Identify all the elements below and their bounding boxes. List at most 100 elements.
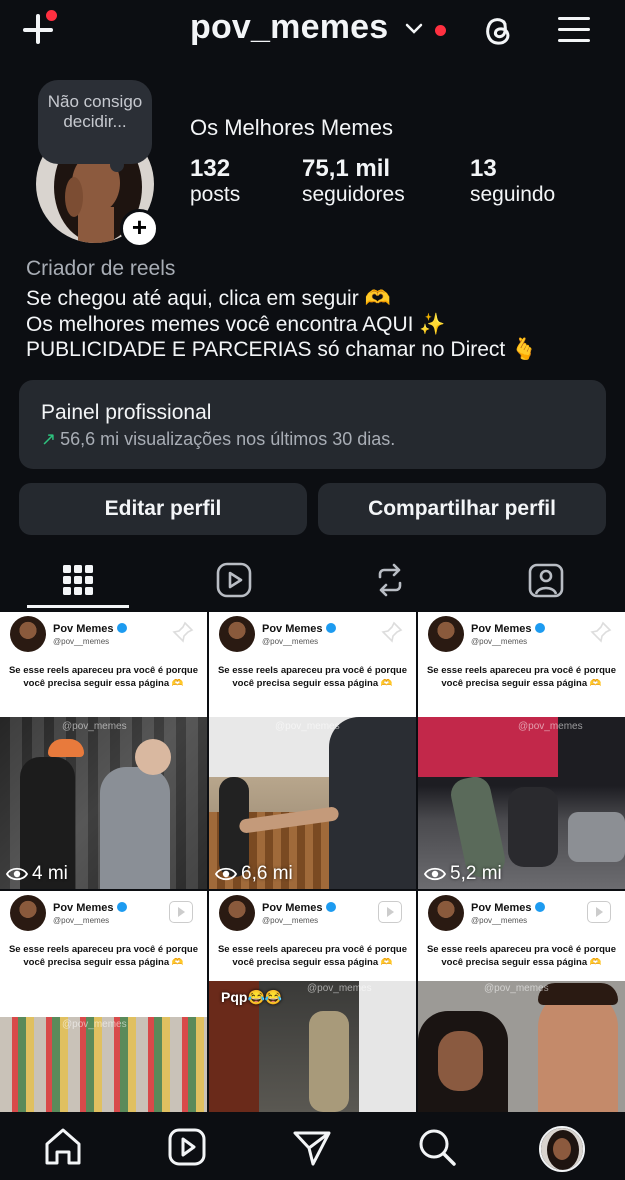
- tab-tagged[interactable]: [468, 550, 624, 610]
- post-thumbnail: @pov_memes 4 mi: [0, 717, 207, 889]
- search-icon[interactable]: [416, 1126, 458, 1168]
- reel-icon: [169, 901, 193, 923]
- display-name: Os Melhores Memes: [190, 115, 393, 140]
- pin-icon: [381, 621, 403, 643]
- post-avatar: [428, 616, 464, 652]
- pin-icon: [172, 621, 194, 643]
- menu-icon[interactable]: [556, 12, 592, 48]
- posts-grid: Pov Memes @pov__memes Se esse reels apar…: [0, 612, 625, 1112]
- followers-label: seguidores: [302, 183, 405, 206]
- top-bar: pov_memes: [0, 0, 625, 62]
- verified-icon: [116, 902, 127, 912]
- direct-icon[interactable]: [291, 1126, 333, 1168]
- grid-post[interactable]: Pov Memes @pov__memes Se esse reels apar…: [209, 612, 416, 889]
- share-profile-button[interactable]: Compartilhar perfil: [318, 483, 606, 535]
- grid-post[interactable]: Pov Memes @pov__memes Se esse reels apar…: [0, 891, 207, 1112]
- dashboard-title: Painel profissional: [41, 401, 212, 424]
- post-watermark: @pov_memes: [275, 721, 340, 732]
- post-handle: @pov__memes: [53, 637, 110, 646]
- create-post-button[interactable]: [20, 10, 60, 50]
- reels-nav-icon[interactable]: [166, 1126, 208, 1168]
- bottom-navigation: [0, 1112, 625, 1180]
- post-watermark: @pov_memes: [484, 983, 549, 994]
- profile-tabs: [0, 550, 625, 610]
- dashboard-views-text: 56,6 mi visualizações nos últimos 30 dia…: [60, 429, 396, 449]
- post-author: Pov Memes: [53, 623, 127, 635]
- post-watermark: @pov_memes: [62, 721, 127, 732]
- post-handle: @pov__memes: [262, 637, 319, 646]
- post-author: Pov Memes: [53, 902, 127, 914]
- post-header: Pov Memes @pov__memes Se esse reels apar…: [0, 891, 207, 996]
- dashboard-subtitle: ↗ 56,6 mi visualizações nos últimos 30 di…: [41, 429, 395, 450]
- views-icon: [214, 867, 238, 881]
- post-caption: Se esse reels apareceu pra você é porque…: [217, 665, 408, 689]
- post-views: 6,6 mi: [214, 863, 293, 885]
- reel-icon: [587, 901, 611, 923]
- trend-up-icon: ↗: [41, 429, 57, 449]
- post-author: Pov Memes: [471, 902, 545, 914]
- post-avatar: [10, 616, 46, 652]
- tab-reels[interactable]: [156, 550, 312, 610]
- grid-post[interactable]: Pov Memes @pov__memes Se esse reels apar…: [209, 891, 416, 1112]
- edit-profile-button[interactable]: Editar perfil: [19, 483, 307, 535]
- profile-avatar[interactable]: [539, 1126, 585, 1172]
- professional-dashboard[interactable]: Painel profissional ↗ 56,6 mi visualizaçõ…: [19, 380, 606, 469]
- followers-count: 75,1 mil: [302, 155, 391, 182]
- posts-stat[interactable]: 132 posts: [190, 155, 240, 207]
- reels-icon: [216, 562, 252, 598]
- post-caption: Se esse reels apareceu pra você é porque…: [8, 944, 199, 968]
- grid-post[interactable]: Pov Memes @pov__memes Se esse reels apar…: [418, 612, 625, 889]
- grid-post[interactable]: Pov Memes @pov__memes Se esse reels apar…: [418, 891, 625, 1112]
- verified-icon: [325, 623, 336, 633]
- notification-dot: [46, 10, 57, 21]
- post-author: Pov Memes: [262, 623, 336, 635]
- post-handle: @pov__memes: [53, 916, 110, 925]
- bio-line: Se chegou até aqui, clica em seguir 🫶: [26, 287, 391, 310]
- post-thumbnail: @pov_memes 6,6 mi: [209, 717, 416, 889]
- post-watermark: @pov_memes: [62, 1019, 127, 1030]
- grid-icon: [63, 565, 93, 595]
- reel-icon: [378, 901, 402, 923]
- post-thumbnail: @pov_memes 5,2 mi: [418, 717, 625, 889]
- post-handle: @pov__memes: [471, 637, 528, 646]
- tab-posts[interactable]: [0, 550, 156, 610]
- grid-post[interactable]: Pov Memes @pov__memes Se esse reels apar…: [0, 612, 207, 889]
- bio-line: PUBLICIDADE E PARCERIAS só chamar no Dir…: [26, 338, 538, 361]
- post-overlay-text: Pqp😂😂: [221, 989, 283, 1005]
- post-watermark: @pov_memes: [307, 983, 372, 994]
- post-header: Pov Memes @pov__memes Se esse reels apar…: [0, 612, 207, 717]
- add-story-button[interactable]: +: [120, 209, 159, 248]
- post-thumbnail: Pqp😂😂 @pov_memes: [209, 981, 416, 1112]
- post-views: 5,2 mi: [423, 863, 502, 885]
- chevron-down-icon[interactable]: [403, 18, 425, 40]
- post-avatar: [219, 895, 255, 931]
- profile-username[interactable]: pov_memes: [190, 8, 388, 47]
- reposts-icon: [378, 563, 402, 597]
- post-author: Pov Memes: [471, 623, 545, 635]
- posts-label: posts: [190, 183, 241, 206]
- followers-stat[interactable]: 75,1 mil seguidores: [302, 155, 405, 207]
- post-caption: Se esse reels apareceu pra você é porque…: [426, 944, 617, 968]
- home-icon[interactable]: [42, 1126, 84, 1168]
- post-header: Pov Memes @pov__memes Se esse reels apar…: [209, 612, 416, 717]
- profile-category: Criador de reels: [26, 257, 176, 280]
- post-caption: Se esse reels apareceu pra você é porque…: [426, 665, 617, 689]
- threads-icon[interactable]: [478, 10, 518, 50]
- active-tab-indicator: [27, 605, 129, 608]
- post-avatar: [10, 895, 46, 931]
- verified-icon: [325, 902, 336, 912]
- post-thumbnail: @pov_memes: [418, 981, 625, 1112]
- verified-icon: [534, 623, 545, 633]
- bio-line: Os melhores memes você encontra AQUI ✨: [26, 312, 446, 336]
- views-icon: [423, 867, 447, 881]
- tab-reposts[interactable]: [312, 550, 468, 610]
- verified-icon: [534, 902, 545, 912]
- post-handle: @pov__memes: [471, 916, 528, 925]
- posts-count: 132: [190, 155, 231, 182]
- post-author: Pov Memes: [262, 902, 336, 914]
- profile-note[interactable]: Não consigo decidir...: [38, 80, 152, 164]
- following-stat[interactable]: 13 seguindo: [470, 155, 555, 207]
- profile-bio: Se chegou até aqui, clica em seguir 🫶 Os…: [26, 286, 616, 363]
- post-views: 4 mi: [5, 863, 68, 885]
- post-handle: @pov__memes: [262, 916, 319, 925]
